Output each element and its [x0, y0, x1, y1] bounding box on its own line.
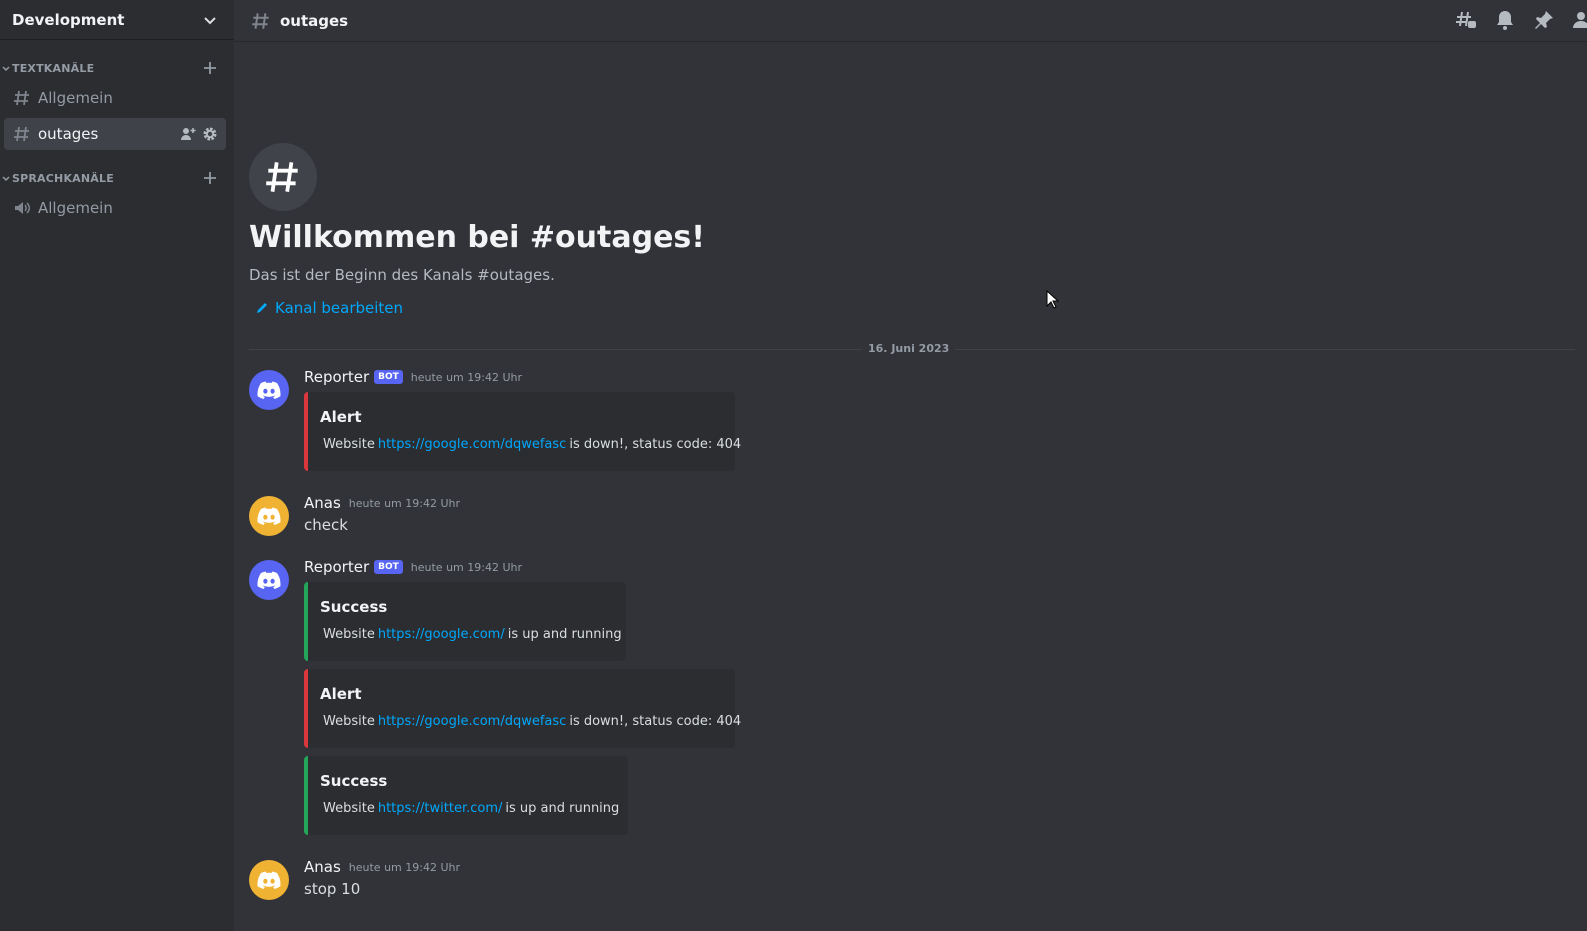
- channel-item-outages[interactable]: outages: [4, 118, 226, 150]
- embed-link[interactable]: https://google.com/dqwefasc: [378, 437, 567, 452]
- category-label: SPRACHKANÄLE: [12, 171, 114, 185]
- alert-embed: Alert Website https://google.com/dqwefas…: [304, 669, 741, 748]
- mouse-cursor-icon: [1046, 290, 1060, 309]
- message-author[interactable]: Anas: [304, 858, 341, 876]
- discord-logo-icon: [257, 381, 281, 399]
- bot-badge: BOT: [374, 560, 403, 574]
- discord-logo-icon: [257, 871, 281, 889]
- embed-title: Success: [320, 772, 388, 790]
- embed-description: Website https://google.com/dqwefasc is d…: [320, 436, 741, 453]
- hashtag-icon: [14, 126, 29, 142]
- alert-embed: Alert Website https://google.com/dqwefas…: [304, 392, 741, 471]
- category-chevron-icon: [2, 176, 10, 182]
- channel-title: outages: [280, 11, 349, 30]
- embed-prefix: Website: [323, 437, 375, 452]
- category-label: TEXTKANÄLE: [12, 61, 95, 75]
- discord-logo-icon: [257, 571, 281, 589]
- embed-link[interactable]: https://google.com/: [378, 627, 505, 642]
- message-timestamp: heute um 19:42 Uhr: [348, 860, 460, 874]
- pencil-icon: [257, 303, 267, 313]
- embed-title: Alert: [320, 408, 362, 426]
- embed-suffix: is up and running: [505, 801, 620, 816]
- embed-title: Success: [320, 598, 388, 616]
- embed-prefix: Website: [323, 714, 375, 729]
- welcome-title: Willkommen bei #outages!: [249, 220, 705, 255]
- embed-suffix: is up and running: [507, 627, 622, 642]
- threads-icon[interactable]: [1454, 8, 1478, 32]
- hashtag-icon: [252, 12, 269, 29]
- embed-prefix: Website: [323, 627, 375, 642]
- bell-icon[interactable]: [1493, 8, 1517, 32]
- message-timestamp: heute um 19:42 Uhr: [348, 496, 460, 510]
- category-chevron-icon: [2, 66, 10, 72]
- success-embed: Success Website https://google.com/ is u…: [304, 582, 626, 661]
- avatar[interactable]: [249, 370, 289, 410]
- invite-user-icon[interactable]: [180, 126, 196, 142]
- server-header[interactable]: Development: [0, 0, 234, 40]
- pin-icon[interactable]: [1532, 8, 1556, 32]
- channel-sidebar: Development TEXTKANÄLE Allgemein outages…: [0, 0, 234, 931]
- avatar[interactable]: [249, 496, 289, 536]
- embed-description: Website https://twitter.com/ is up and r…: [320, 800, 619, 817]
- avatar[interactable]: [249, 860, 289, 900]
- avatar[interactable]: [249, 560, 289, 600]
- embed-title: Alert: [320, 685, 362, 703]
- channel-item-allgemein[interactable]: Allgemein: [4, 82, 226, 114]
- embed-description: Website https://google.com/ is up and ru…: [320, 626, 622, 643]
- embed-suffix: is down!, status code: 404: [569, 714, 742, 729]
- channel-welcome-hashtag-icon: [249, 143, 317, 211]
- voice-channel-item-allgemein[interactable]: Allgemein: [4, 192, 226, 224]
- embed-suffix: is down!, status code: 404: [569, 437, 742, 452]
- embed-link[interactable]: https://google.com/dqwefasc: [378, 714, 567, 729]
- speaker-icon: [15, 202, 30, 214]
- discord-logo-icon: [257, 507, 281, 525]
- embed-description: Website https://google.com/dqwefasc is d…: [320, 713, 741, 730]
- server-name: Development: [12, 10, 125, 29]
- channel-label: Allgemein: [38, 89, 113, 107]
- embed-prefix: Website: [323, 801, 375, 816]
- edit-channel-label: Kanal bearbeiten: [275, 299, 404, 317]
- message-author[interactable]: Reporter: [304, 558, 369, 576]
- channel-label: Allgemein: [38, 199, 113, 217]
- message-author[interactable]: Reporter: [304, 368, 369, 386]
- member-list-icon[interactable]: [1571, 8, 1587, 32]
- message-area: Willkommen bei #outages! Das ist der Beg…: [234, 42, 1587, 931]
- welcome-subtitle: Das ist der Beginn des Kanals #outages.: [249, 266, 555, 284]
- create-channel-plus-icon[interactable]: [202, 60, 218, 76]
- message-timestamp: heute um 19:42 Uhr: [410, 560, 522, 574]
- gear-icon[interactable]: [202, 126, 218, 142]
- message-timestamp: heute um 19:42 Uhr: [410, 370, 522, 384]
- message-content: stop 10: [304, 880, 361, 898]
- chevron-down-icon: [204, 16, 216, 24]
- hashtag-icon: [14, 90, 29, 106]
- edit-channel-link[interactable]: Kanal bearbeiten: [255, 299, 403, 317]
- category-voice-channels[interactable]: SPRACHKANÄLE: [0, 168, 234, 188]
- message-author[interactable]: Anas: [304, 494, 341, 512]
- message-content: check: [304, 516, 348, 534]
- category-text-channels[interactable]: TEXTKANÄLE: [0, 58, 234, 78]
- bot-badge: BOT: [374, 370, 403, 384]
- success-embed: Success Website https://twitter.com/ is …: [304, 756, 628, 835]
- channel-label: outages: [38, 125, 99, 143]
- date-divider-label: 16. Juni 2023: [862, 342, 956, 355]
- channel-header: outages: [234, 0, 1587, 42]
- create-channel-plus-icon[interactable]: [202, 170, 218, 186]
- embed-link[interactable]: https://twitter.com/: [378, 801, 503, 816]
